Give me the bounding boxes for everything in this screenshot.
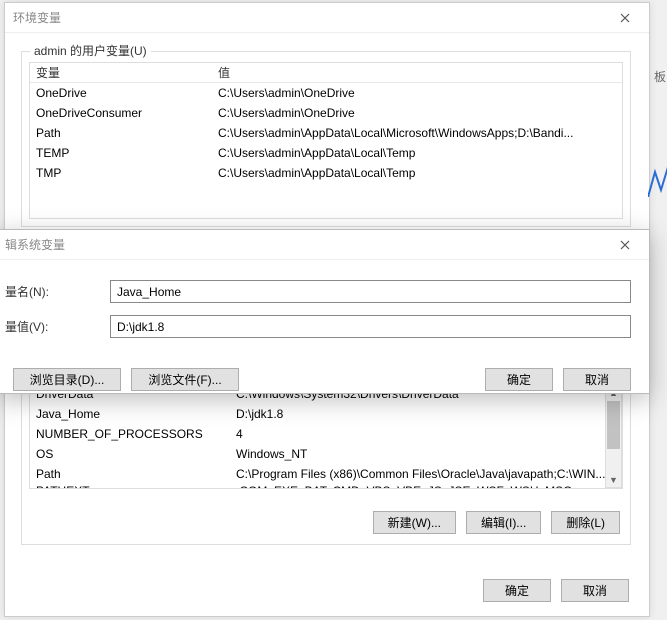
user-group-label: admin 的用户变量(U)	[30, 42, 151, 59]
delete-button[interactable]: 删除(L)	[551, 511, 620, 534]
cell-value: C:\Users\admin\OneDrive	[212, 106, 622, 120]
table-row[interactable]: Path C:\Program Files (x86)\Common Files…	[30, 464, 622, 484]
system-buttons-row: 新建(W)... 编辑(I)... 删除(L)	[373, 511, 620, 534]
system-variables-group: DriverData C:\Windows\System32\Drivers\D…	[21, 375, 631, 545]
variable-value-input[interactable]	[110, 315, 631, 338]
variable-name-label: 量名(N):	[3, 283, 110, 300]
main-dialog-buttons: 确定 取消	[483, 579, 629, 602]
window-title: 环境变量	[13, 9, 61, 26]
cell-name: NUMBER_OF_PROCESSORS	[30, 427, 230, 441]
close-icon[interactable]	[609, 7, 641, 29]
variable-value-row: 量值(V):	[3, 315, 631, 338]
system-variables-table[interactable]: DriverData C:\Windows\System32\Drivers\D…	[29, 383, 623, 489]
scroll-down-icon[interactable]: ▼	[606, 472, 621, 487]
cell-value: Windows_NT	[230, 447, 622, 461]
new-button[interactable]: 新建(W)...	[373, 511, 456, 534]
titlebar: 辑系统变量	[0, 230, 649, 260]
table-row[interactable]: OneDriveConsumer C:\Users\admin\OneDrive	[30, 103, 622, 123]
titlebar: 环境变量	[5, 3, 649, 33]
variable-value-label: 量值(V):	[3, 318, 110, 335]
cell-name: Java_Home	[30, 407, 230, 421]
close-icon[interactable]	[609, 234, 641, 256]
cell-name: Path	[30, 467, 230, 481]
cell-name: OS	[30, 447, 230, 461]
cell-name: TEMP	[30, 146, 212, 160]
cancel-button[interactable]: 取消	[561, 579, 629, 602]
user-variables-table[interactable]: 变量 值 OneDrive C:\Users\admin\OneDrive On…	[29, 62, 623, 219]
cell-value: C:\Users\admin\AppData\Local\Microsoft\W…	[212, 126, 622, 140]
browse-file-button[interactable]: 浏览文件(F)...	[131, 368, 239, 391]
edit-button[interactable]: 编辑(I)...	[466, 511, 541, 534]
column-header-value[interactable]: 值	[212, 64, 622, 81]
dialog-body: 量名(N): 量值(V):	[0, 260, 649, 362]
browse-directory-button[interactable]: 浏览目录(D)...	[13, 368, 121, 391]
cancel-button[interactable]: 取消	[563, 368, 631, 391]
ok-button[interactable]: 确定	[483, 579, 551, 602]
cell-value: D:\jdk1.8	[230, 407, 622, 421]
table-row[interactable]: Java_Home D:\jdk1.8	[30, 404, 622, 424]
scrollbar-thumb[interactable]	[607, 401, 620, 449]
cell-value: 4	[230, 427, 622, 441]
cell-value: C:\Users\admin\OneDrive	[212, 86, 622, 100]
table-row[interactable]: OneDrive C:\Users\admin\OneDrive	[30, 83, 622, 103]
cell-value: .COM;.EXE;.BAT;.CMD;.VBS;.VBE;.JS;.JSE;.…	[230, 484, 622, 489]
edit-dialog-buttons: 浏览目录(D)... 浏览文件(F)... 确定 取消	[0, 362, 649, 391]
cell-name: OneDrive	[30, 86, 212, 100]
variable-name-row: 量名(N):	[3, 280, 631, 303]
vertical-scrollbar[interactable]: ▲ ▼	[605, 384, 622, 488]
user-variables-group: admin 的用户变量(U) 变量 值 OneDrive C:\Users\ad…	[21, 51, 631, 227]
cell-name: TMP	[30, 166, 212, 180]
ok-button[interactable]: 确定	[485, 368, 553, 391]
background-strip: 板	[652, 0, 667, 620]
cell-value: C:\Program Files (x86)\Common Files\Orac…	[230, 467, 622, 481]
column-header-name[interactable]: 变量	[30, 64, 212, 81]
table-row[interactable]: OS Windows_NT	[30, 444, 622, 464]
table-row[interactable]: TMP C:\Users\admin\AppData\Local\Temp	[30, 163, 622, 183]
edit-system-variable-dialog: 辑系统变量 量名(N): 量值(V): 浏览目录(D)... 浏览文件(F)..…	[0, 229, 650, 394]
cell-value: C:\Users\admin\AppData\Local\Temp	[212, 166, 622, 180]
table-header[interactable]: 变量 值	[30, 63, 622, 83]
table-row[interactable]: NUMBER_OF_PROCESSORS 4	[30, 424, 622, 444]
cell-name: Path	[30, 126, 212, 140]
strip-char: 板	[654, 68, 666, 85]
table-row[interactable]: PATHEXT .COM;.EXE;.BAT;.CMD;.VBS;.VBE;.J…	[30, 484, 622, 489]
wave-icon	[648, 162, 667, 197]
variable-name-input[interactable]	[110, 280, 631, 303]
cell-name: OneDriveConsumer	[30, 106, 212, 120]
table-row[interactable]: TEMP C:\Users\admin\AppData\Local\Temp	[30, 143, 622, 163]
table-row[interactable]: Path C:\Users\admin\AppData\Local\Micros…	[30, 123, 622, 143]
dialog-title: 辑系统变量	[5, 236, 65, 253]
cell-value: C:\Users\admin\AppData\Local\Temp	[212, 146, 622, 160]
cell-name: PATHEXT	[30, 484, 230, 489]
